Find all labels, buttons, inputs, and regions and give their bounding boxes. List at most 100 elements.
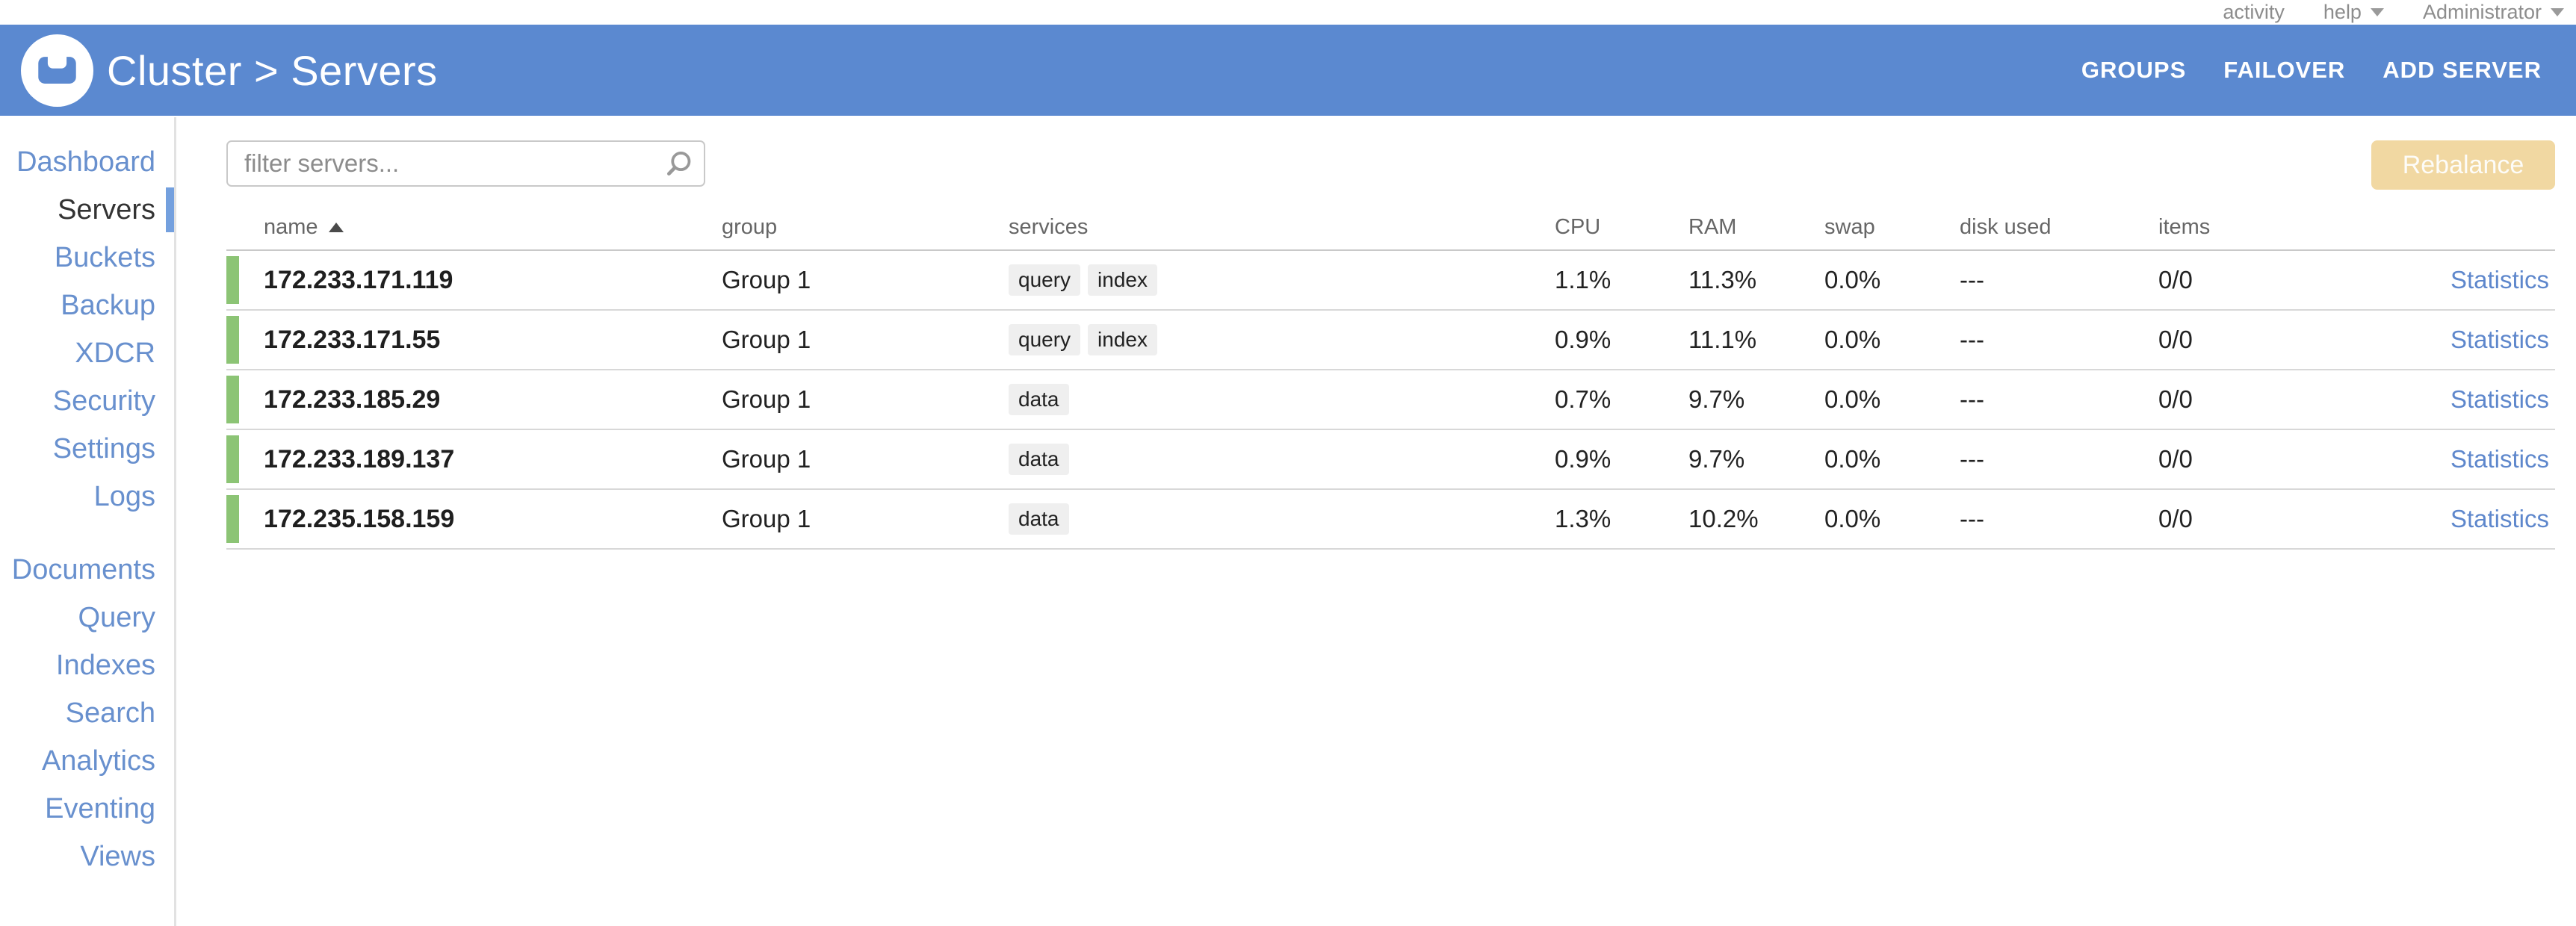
sidebar-group: DashboardServersBucketsBackupXDCRSecurit… [0,138,176,521]
column-header-ram[interactable]: RAM [1688,215,1824,240]
sidebar-item-servers[interactable]: Servers [0,186,176,234]
server-stats-cell: Statistics [2427,385,2555,414]
server-ram: 11.1% [1688,326,1824,354]
server-group: Group 1 [722,385,1009,414]
sidebar-item-search[interactable]: Search [0,689,176,737]
statistics-link[interactable]: Statistics [2450,266,2549,293]
health-indicator [226,256,239,304]
server-ram: 10.2% [1688,505,1824,533]
server-name: 172.233.185.29 [264,385,440,414]
table-header-row: name group services CPU RAM swap disk us… [226,205,2555,251]
server-group: Group 1 [722,266,1009,294]
service-badge-index: index [1088,324,1157,355]
server-services: queryindex [1009,324,1555,355]
servers-toolbar: Rebalance [226,140,2555,190]
sidebar-item-buckets[interactable]: Buckets [0,234,176,282]
sidebar-item-dashboard[interactable]: Dashboard [0,138,176,186]
statistics-link[interactable]: Statistics [2450,445,2549,473]
table-row: 172.233.185.29 Group 1 data 0.7% 9.7% 0.… [226,370,2555,430]
server-cpu: 0.9% [1555,326,1688,354]
table-row: 172.233.171.55 Group 1 queryindex 0.9% 1… [226,311,2555,370]
column-header-services[interactable]: services [1009,215,1555,240]
server-disk-used: --- [1960,385,2158,414]
server-stats-cell: Statistics [2427,505,2555,533]
activity-link[interactable]: activity [2223,1,2285,24]
utility-bar: activity help Administrator [0,0,2576,25]
header-actions: GROUPS FAILOVER ADD SERVER [2081,57,2542,84]
statistics-link[interactable]: Statistics [2450,505,2549,532]
couchbase-logo-icon [21,34,93,107]
server-group: Group 1 [722,326,1009,354]
sort-asc-icon [329,223,344,232]
groups-button[interactable]: GROUPS [2081,57,2186,84]
failover-button[interactable]: FAILOVER [2223,57,2345,84]
server-swap: 0.0% [1824,505,1960,533]
sidebar-item-indexes[interactable]: Indexes [0,641,176,689]
server-services: data [1009,384,1555,415]
column-header-cpu[interactable]: CPU [1555,215,1688,240]
server-services: data [1009,503,1555,535]
server-swap: 0.0% [1824,326,1960,354]
sidebar-item-query[interactable]: Query [0,594,176,641]
column-header-name[interactable]: name [226,215,722,240]
server-name: 172.233.189.137 [264,445,454,473]
server-cpu: 1.1% [1555,266,1688,294]
service-badge-data: data [1009,444,1069,475]
service-badge-index: index [1088,264,1157,296]
sidebar-item-backup[interactable]: Backup [0,282,176,329]
server-cpu: 1.3% [1555,505,1688,533]
help-menu[interactable]: help [2323,1,2384,24]
sidebar-item-views[interactable]: Views [0,833,176,880]
server-name-cell: 172.235.158.159 [226,505,722,534]
column-header-disk-used[interactable]: disk used [1960,215,2158,240]
health-indicator [226,316,239,364]
add-server-button[interactable]: ADD SERVER [2383,57,2542,84]
server-cpu: 0.7% [1555,385,1688,414]
active-item-indicator [166,187,175,232]
health-indicator [226,435,239,483]
main-content: Rebalance name group services CPU RAM sw… [176,116,2576,926]
sidebar-item-documents[interactable]: Documents [0,546,176,594]
health-indicator [226,495,239,543]
server-name-cell: 172.233.171.119 [226,266,722,295]
sidebar-item-xdcr[interactable]: XDCR [0,329,176,377]
table-row: 172.233.189.137 Group 1 data 0.9% 9.7% 0… [226,430,2555,490]
filter-servers-input[interactable] [226,140,705,187]
statistics-link[interactable]: Statistics [2450,385,2549,413]
server-ram: 9.7% [1688,385,1824,414]
server-stats-cell: Statistics [2427,445,2555,473]
column-header-group[interactable]: group [722,215,1009,240]
servers-table: name group services CPU RAM swap disk us… [226,205,2555,550]
app-header: Cluster > Servers GROUPS FAILOVER ADD SE… [0,25,2576,116]
sidebar-item-logs[interactable]: Logs [0,473,176,521]
statistics-link[interactable]: Statistics [2450,326,2549,353]
sidebar-item-eventing[interactable]: Eventing [0,785,176,833]
sidebar-nav: DashboardServersBucketsBackupXDCRSecurit… [0,116,176,926]
server-name: 172.233.171.119 [264,266,453,294]
server-items: 0/0 [2158,266,2427,294]
server-cpu: 0.9% [1555,445,1688,473]
server-disk-used: --- [1960,326,2158,354]
table-row: 172.233.171.119 Group 1 queryindex 1.1% … [226,251,2555,311]
user-menu[interactable]: Administrator [2423,1,2564,24]
server-disk-used: --- [1960,266,2158,294]
service-badge-query: query [1009,264,1080,296]
rebalance-button[interactable]: Rebalance [2371,140,2555,190]
page-title: Cluster > Servers [107,46,438,95]
sidebar-item-settings[interactable]: Settings [0,425,176,473]
sidebar-item-analytics[interactable]: Analytics [0,737,176,785]
column-header-swap[interactable]: swap [1824,215,1960,240]
table-row: 172.235.158.159 Group 1 data 1.3% 10.2% … [226,490,2555,550]
health-indicator [226,376,239,423]
server-name: 172.235.158.159 [264,505,454,533]
server-swap: 0.0% [1824,445,1960,473]
sidebar-item-security[interactable]: Security [0,377,176,425]
search-icon [665,150,693,178]
service-badge-data: data [1009,503,1069,535]
table-body: 172.233.171.119 Group 1 queryindex 1.1% … [226,251,2555,550]
server-items: 0/0 [2158,505,2427,533]
server-items: 0/0 [2158,385,2427,414]
column-header-items[interactable]: items [2158,215,2427,240]
server-name-cell: 172.233.185.29 [226,385,722,414]
user-menu-label: Administrator [2423,1,2542,24]
